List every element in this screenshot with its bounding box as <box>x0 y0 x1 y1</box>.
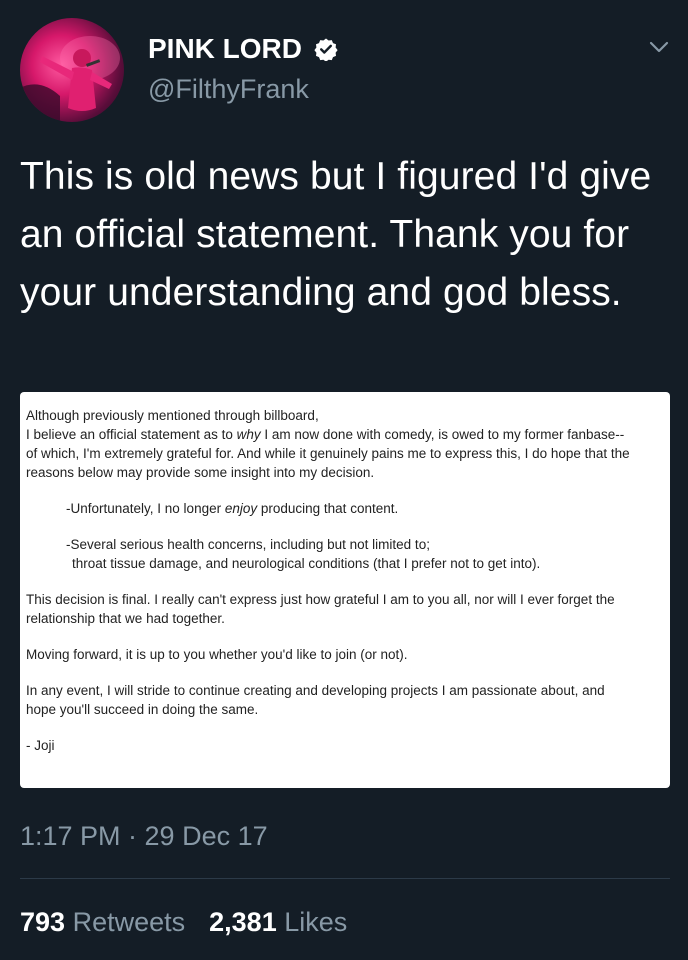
chevron-down-icon[interactable] <box>648 36 670 58</box>
statement-bullet: -Unfortunately, I no longer enjoy produc… <box>66 501 399 516</box>
retweets-stat[interactable]: 793 Retweets <box>20 907 185 937</box>
statement-bullet: -Several serious health concerns, includ… <box>66 537 430 552</box>
tweet-stats: 793 Retweets 2,381 Likes <box>20 902 347 942</box>
retweets-count: 793 <box>20 907 66 937</box>
tweet-timestamp[interactable]: 1:17 PM · 29 Dec 17 <box>20 816 268 856</box>
statement-line: This decision is final. I really can't e… <box>26 592 615 607</box>
divider <box>20 878 670 879</box>
statement-document: Although previously mentioned through bi… <box>26 406 666 755</box>
verified-badge-icon <box>314 38 339 61</box>
statement-line: reasons below may provide some insight i… <box>26 465 375 480</box>
statement-line: Although previously mentioned through bi… <box>26 408 319 423</box>
tweet-text: This is old news but I figured I'd give … <box>20 155 652 314</box>
statement-line: hope you'll succeed in doing the same. <box>26 702 259 717</box>
likes-stat[interactable]: 2,381 Likes <box>209 907 347 937</box>
statement-line: relationship that we had together. <box>26 611 225 626</box>
statement-line: I believe an official statement as to wh… <box>26 427 625 442</box>
statement-signature: - Joji <box>26 738 55 753</box>
likes-count: 2,381 <box>209 907 277 937</box>
tweet-detail: PINK LORD @FilthyFrank This is old news … <box>0 0 688 960</box>
display-name[interactable]: PINK LORD <box>148 32 302 66</box>
attached-image[interactable]: Although previously mentioned through bi… <box>20 392 670 788</box>
statement-line: throat tissue damage, and neurological c… <box>72 556 541 571</box>
statement-line: In any event, I will stride to continue … <box>26 683 605 698</box>
retweets-label: Retweets <box>72 907 186 937</box>
author-names: PINK LORD @FilthyFrank <box>148 32 339 106</box>
statement-line: Moving forward, it is up to you whether … <box>26 647 408 662</box>
likes-label: Likes <box>284 907 348 937</box>
author-handle[interactable]: @FilthyFrank <box>148 72 338 106</box>
avatar-photo-icon <box>20 36 120 122</box>
statement-line: of which, I'm extremely grateful for. An… <box>26 446 630 461</box>
avatar[interactable] <box>20 18 124 122</box>
tweet-header: PINK LORD @FilthyFrank <box>20 18 670 122</box>
